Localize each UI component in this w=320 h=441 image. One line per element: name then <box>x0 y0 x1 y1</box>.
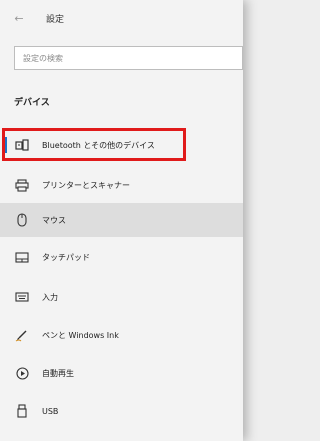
nav-item-printers[interactable]: プリンターとスキャナー <box>0 168 243 202</box>
bluetooth-devices-icon <box>14 137 30 153</box>
printer-icon <box>14 177 30 193</box>
nav-item-label: タッチパッド <box>42 252 90 262</box>
search-box[interactable] <box>14 46 243 70</box>
mouse-icon <box>14 212 30 228</box>
nav-item-autoplay[interactable]: 自動再生 <box>0 356 243 390</box>
touchpad-icon <box>14 249 30 265</box>
title-bar: ← 設定 <box>0 0 243 36</box>
nav-item-mouse[interactable]: マウス <box>0 203 243 237</box>
section-title: デバイス <box>14 98 50 108</box>
nav-item-label: Bluetooth とその他のデバイス <box>42 140 155 150</box>
back-button[interactable]: ← <box>0 0 38 36</box>
back-arrow-icon: ← <box>14 11 24 25</box>
keyboard-icon <box>14 289 30 305</box>
nav-item-label: マウス <box>42 215 66 225</box>
nav-item-touchpad[interactable]: タッチパッド <box>0 240 243 274</box>
nav-item-label: USB <box>42 406 59 416</box>
search-input[interactable] <box>15 52 242 64</box>
nav-item-label: ペンと Windows Ink <box>42 330 119 340</box>
nav-item-label: 自動再生 <box>42 368 74 378</box>
window-title: 設定 <box>46 14 65 25</box>
pen-icon <box>14 327 30 343</box>
nav-item-input[interactable]: 入力 <box>0 280 243 314</box>
usb-icon <box>14 403 30 419</box>
settings-window: ← 設定 デバイス Bluetooth とその他のデバイス プリンターとスキャナ… <box>0 0 243 441</box>
selection-indicator <box>4 137 7 153</box>
nav-item-label: プリンターとスキャナー <box>42 180 130 190</box>
autoplay-icon <box>14 365 30 381</box>
nav-item-bluetooth[interactable]: Bluetooth とその他のデバイス <box>0 128 243 162</box>
nav-item-pen[interactable]: ペンと Windows Ink <box>0 318 243 352</box>
nav-item-usb[interactable]: USB <box>0 394 243 428</box>
nav-item-label: 入力 <box>42 292 58 302</box>
